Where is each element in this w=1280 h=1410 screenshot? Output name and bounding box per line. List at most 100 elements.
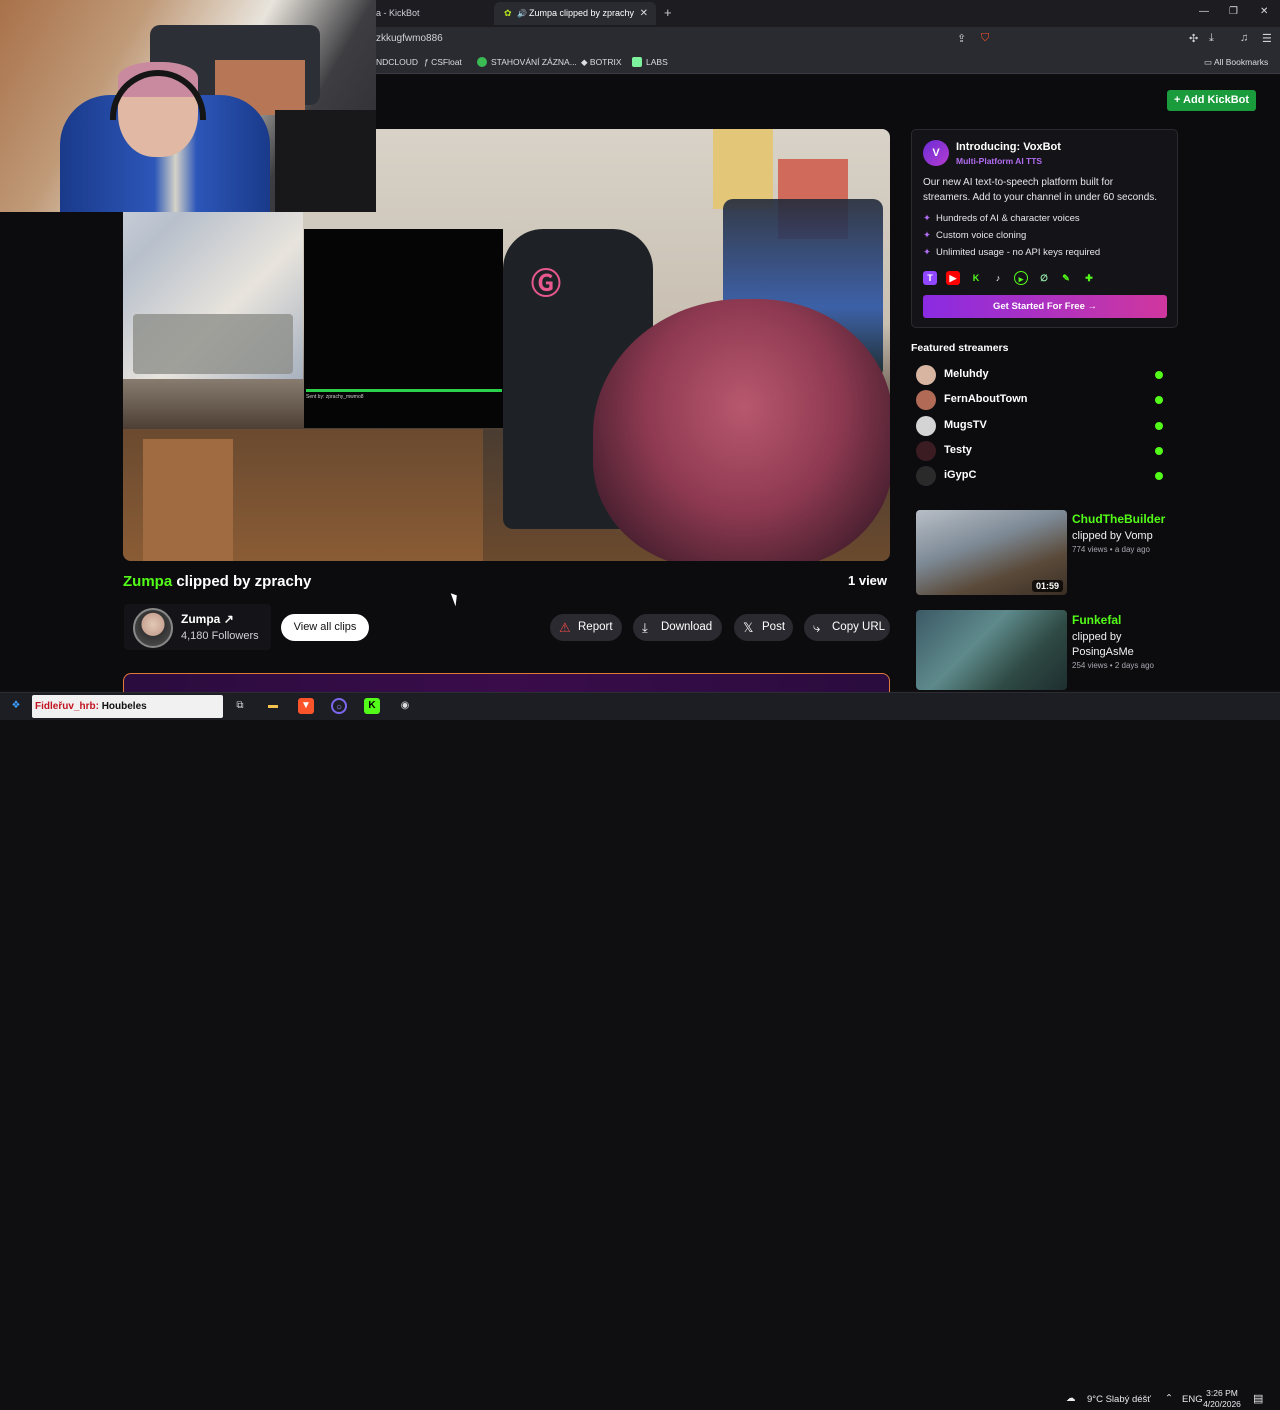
all-bookmarks[interactable]: ▭ All Bookmarks	[1204, 57, 1268, 68]
share-icon: ⤷	[813, 620, 821, 635]
taskbar-search[interactable]: Fidleřuv_hrb: Houbeles	[32, 695, 223, 718]
download-icon[interactable]: ⤓	[1209, 32, 1214, 45]
new-tab-icon[interactable]: +	[664, 5, 672, 20]
restore-icon[interactable]: ❐	[1229, 6, 1238, 17]
clip-streamer-name[interactable]: Zumpa	[123, 573, 172, 590]
sparkle-icon: ✦	[923, 213, 931, 224]
media-icon[interactable]: ♫	[1240, 32, 1248, 44]
search-text-red: Fidleřuv_hrb:	[35, 701, 99, 712]
video-scene-poster	[713, 129, 773, 209]
tts-sent-by: Sent by: zprachy_mwmo8	[306, 394, 364, 400]
bookmark-label: LABS	[646, 57, 668, 67]
related-clip-meta: 774 views • a day ago	[1072, 545, 1150, 554]
bookmark-item[interactable]: ◆ BOTRIX	[581, 57, 622, 68]
tray-chevron-icon[interactable]: ⌃	[1165, 1393, 1173, 1404]
download-button[interactable]: ⤓ Download	[633, 614, 722, 641]
rumble-icon: ▸	[1014, 271, 1028, 285]
live-indicator	[1155, 447, 1163, 455]
voxbot-logo-icon: V	[923, 140, 949, 166]
related-clip-streamer[interactable]: ChudTheBuilder	[1072, 512, 1165, 526]
follower-count: 4,180 Followers	[181, 630, 259, 642]
add-kickbot-button[interactable]: + Add KickBot	[1167, 90, 1256, 111]
video-scene-tapestry	[133, 314, 293, 374]
bookmark-item[interactable]: LABS	[632, 57, 668, 67]
featured-streamers-heading: Featured streamers	[911, 342, 1009, 354]
streamer-name: MugsTV	[944, 419, 987, 431]
bookmark-item[interactable]: STAHOVÁNÍ ZÁZNA...	[477, 57, 577, 67]
bookmark-label: BOTRIX	[589, 57, 622, 67]
channel-name-text: Zumpa	[181, 612, 221, 626]
all-bookmarks-label: All Bookmarks	[1213, 57, 1269, 67]
close-tab-icon[interactable]: ✕	[640, 2, 648, 25]
featured-streamer[interactable]: Testy	[916, 441, 1164, 461]
close-window-icon[interactable]: ✕	[1260, 6, 1268, 17]
bookmark-label: STAHOVÁNÍ ZÁZNA...	[491, 57, 577, 67]
kickbot-favicon-icon: ✿	[504, 8, 512, 18]
report-label: Report	[578, 621, 613, 633]
featured-streamer[interactable]: FernAboutTown	[916, 390, 1164, 410]
app-icon[interactable]: ○	[331, 698, 347, 714]
sparkle-icon: ✦	[923, 247, 931, 258]
featured-streamer[interactable]: iGypC	[916, 466, 1164, 486]
avatar	[916, 416, 936, 436]
live-indicator	[1155, 422, 1163, 430]
bookmark-item[interactable]: NDCLOUD	[376, 57, 418, 67]
post-to-x-button[interactable]: 𝕏 Post	[734, 614, 793, 641]
weather-text[interactable]: 9°C Slabý déšť	[1087, 1394, 1151, 1405]
audio-playing-icon[interactable]: 🔊	[517, 2, 527, 25]
kick-icon[interactable]: K	[364, 698, 380, 714]
task-view-icon[interactable]: ⧉	[232, 698, 248, 714]
brave-browser-icon[interactable]: ▼	[298, 698, 314, 714]
file-explorer-icon[interactable]: ▬	[265, 698, 281, 714]
browser-tab[interactable]: a - KickBot	[376, 2, 486, 25]
clock-time: 3:26 PM	[1206, 1388, 1238, 1398]
twitch-icon: T	[923, 271, 937, 285]
bookmark-icon: ◆	[581, 57, 590, 67]
notification-icon[interactable]: ▤	[1253, 1392, 1263, 1405]
extensions-icon[interactable]: ✣	[1189, 32, 1198, 45]
kick-icon: K	[972, 273, 980, 283]
bookmark-item[interactable]: ƒ CSFloat	[424, 57, 462, 67]
report-button[interactable]: ⚠ Report	[550, 614, 622, 641]
copy-url-button[interactable]: ⤷ Copy URL	[804, 614, 890, 641]
bookmark-icon	[632, 57, 642, 67]
minimize-icon[interactable]: —	[1199, 6, 1209, 17]
streamer-name: Testy	[944, 444, 972, 456]
tab-label: a - KickBot	[376, 8, 420, 18]
get-started-button[interactable]: Get Started For Free →	[923, 295, 1167, 318]
obs-icon[interactable]: ◉	[397, 698, 413, 714]
avatar[interactable]	[133, 608, 173, 648]
promo-description: Our new AI text-to-speech platform built…	[923, 177, 1158, 203]
video-scene-person	[593, 299, 890, 561]
view-all-clips-button[interactable]: View all clips	[281, 614, 369, 641]
bookmark-label: NDCLOUD	[376, 57, 419, 67]
warning-icon: ⚠	[559, 620, 571, 635]
download-label: Download	[661, 621, 713, 633]
menu-icon[interactable]: ☰	[1262, 32, 1272, 45]
avatar	[916, 390, 936, 410]
start-icon[interactable]: ❖	[8, 698, 24, 714]
platform-icon: ✎	[1062, 273, 1070, 283]
browser-tab-active[interactable]: ✿ 🔊 Zumpa clipped by zprachy ✕	[494, 2, 656, 25]
avatar	[916, 466, 936, 486]
featured-streamer[interactable]: MugsTV	[916, 416, 1164, 436]
brave-shield-icon[interactable]: ⛉	[981, 32, 989, 45]
clip-thumbnail[interactable]	[916, 610, 1067, 690]
clip-duration: 01:59	[1031, 580, 1063, 592]
related-clip-streamer[interactable]: Funkefal	[1072, 613, 1121, 627]
avatar	[916, 365, 936, 385]
youtube-icon: ▶	[946, 271, 960, 285]
promo-subtitle: Multi-Platform AI TTS	[956, 156, 1043, 166]
windows-taskbar: ❖ Fidleřuv_hrb: Houbeles ⧉ ▬ ▼ ○ K ◉ ☁ 9…	[0, 692, 1280, 1409]
live-indicator	[1155, 472, 1163, 480]
url-input[interactable]: zkkugfwmo886	[376, 33, 443, 44]
x-logo-icon: 𝕏	[743, 620, 754, 635]
share-icon[interactable]: ⇪	[957, 32, 966, 45]
featured-streamer[interactable]: Meluhdy	[916, 365, 1164, 385]
view-count: 1 view	[848, 573, 888, 588]
streamer-name: Meluhdy	[944, 368, 989, 380]
avatar	[916, 441, 936, 461]
clip-thumbnail[interactable]: 01:59	[916, 510, 1067, 595]
channel-name[interactable]: Zumpa ↗	[181, 612, 234, 626]
clock[interactable]: 3:26 PM 4/20/2026	[1200, 1388, 1244, 1410]
